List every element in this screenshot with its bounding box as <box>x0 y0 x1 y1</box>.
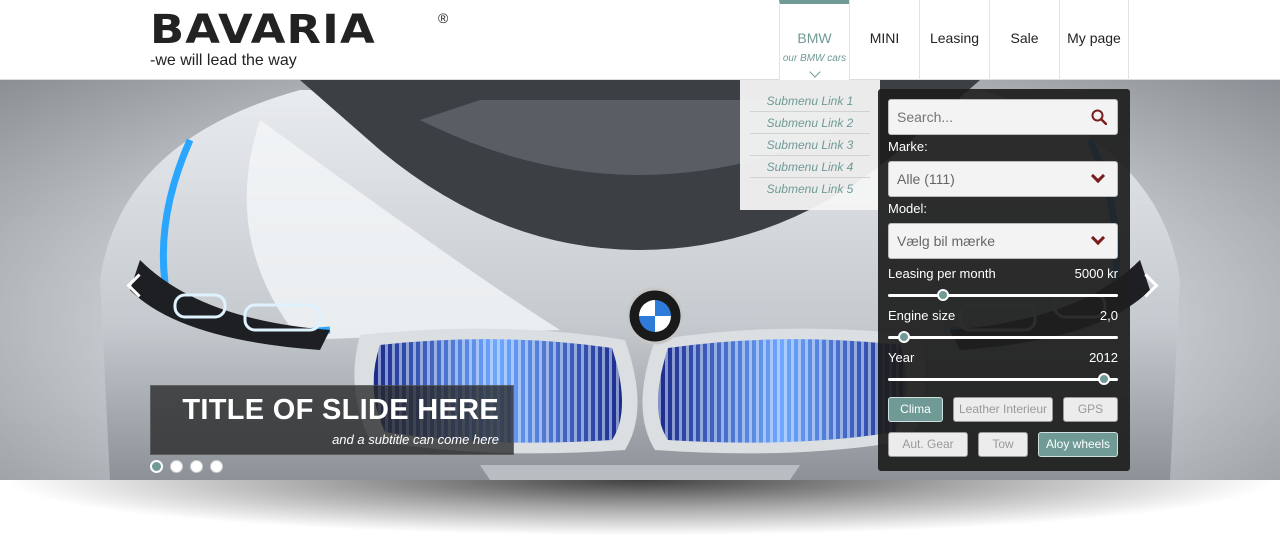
nav-label: BMW <box>797 30 832 46</box>
slide-dot[interactable] <box>170 460 183 473</box>
nav-label: Sale <box>1010 30 1039 46</box>
leasing-label: Leasing per month <box>888 266 996 281</box>
slide-caption: TITLE OF SLIDE HERE and a subtitle can c… <box>150 385 514 455</box>
marke-value: Alle (111) <box>897 171 955 187</box>
engine-slider-thumb[interactable] <box>898 331 911 343</box>
engine-slider[interactable] <box>888 331 1118 343</box>
search-icon[interactable] <box>1091 109 1107 125</box>
leasing-slider-thumb[interactable] <box>937 289 950 301</box>
slide-pagination <box>150 460 223 473</box>
nav-label: Leasing <box>929 30 980 46</box>
site-header: BAVARIA ® -we will lead the way BMW our … <box>0 0 1280 80</box>
option-gps[interactable]: GPS <box>1063 397 1118 422</box>
logo-text: BAVARIA <box>150 7 376 53</box>
engine-label: Engine size <box>888 308 956 323</box>
model-select[interactable]: Vælg bil mærke <box>888 223 1118 259</box>
nav-item-mini[interactable]: MINI <box>849 0 919 80</box>
leasing-value: 5000 kr <box>1074 266 1118 281</box>
submenu-link[interactable]: Submenu Link 4 <box>750 156 870 178</box>
nav-item-sale[interactable]: Sale <box>989 0 1059 80</box>
chevron-left-icon[interactable] <box>124 273 144 297</box>
leasing-slider[interactable] <box>888 289 1118 301</box>
slide-dot[interactable] <box>210 460 223 473</box>
hero-shadow <box>0 480 1280 536</box>
year-value: 2012 <box>1089 350 1118 365</box>
chevron-down-icon <box>1090 230 1106 246</box>
nav-label: My page <box>1067 30 1121 46</box>
option-tow[interactable]: Tow <box>978 432 1028 457</box>
main-nav: BMW our BMW cars MINI Leasing Sale My pa… <box>779 0 1129 80</box>
marke-select[interactable]: Alle (111) <box>888 161 1118 197</box>
submenu-link[interactable]: Submenu Link 3 <box>750 134 870 156</box>
tagline: -we will lead the way <box>150 52 297 69</box>
slide-dot[interactable] <box>190 460 203 473</box>
chevron-down-icon <box>809 66 821 78</box>
submenu-link[interactable]: Submenu Link 1 <box>750 90 870 112</box>
engine-value: 2,0 <box>1099 308 1118 323</box>
year-slider[interactable] <box>888 373 1118 385</box>
slide-title: TITLE OF SLIDE HERE <box>182 394 499 426</box>
model-label: Model: <box>888 201 928 216</box>
year-label: Year <box>888 350 915 365</box>
nav-item-leasing[interactable]: Leasing <box>919 0 989 80</box>
nav-sublabel: our BMW cars <box>782 53 847 64</box>
slide-dot[interactable] <box>150 460 163 473</box>
option-leather-interieur[interactable]: Leather Interieur <box>953 397 1053 422</box>
bmw-submenu: Submenu Link 1 Submenu Link 2 Submenu Li… <box>740 80 880 210</box>
option-aut-gear[interactable]: Aut. Gear <box>888 432 968 457</box>
marke-label: Marke: <box>888 139 928 154</box>
logo[interactable]: BAVARIA ® -we will lead the way <box>150 10 460 74</box>
submenu-link[interactable]: Submenu Link 5 <box>750 178 870 200</box>
search-box <box>888 99 1118 135</box>
option-clima[interactable]: Clima <box>888 397 943 422</box>
model-value: Vælg bil mærke <box>897 233 996 249</box>
search-input[interactable] <box>897 100 1077 134</box>
slide-subtitle: and a subtitle can come here <box>332 432 499 447</box>
year-slider-thumb[interactable] <box>1098 373 1111 385</box>
nav-item-my-page[interactable]: My page <box>1059 0 1129 80</box>
nav-item-bmw[interactable]: BMW our BMW cars <box>779 0 849 80</box>
registered-mark: ® <box>438 10 449 26</box>
option-aloy-wheels[interactable]: Aloy wheels <box>1038 432 1118 457</box>
car-search-panel: Marke: Alle (111) Model: Vælg bil mærke … <box>878 89 1130 471</box>
chevron-down-icon <box>1090 168 1106 184</box>
submenu-link[interactable]: Submenu Link 2 <box>750 112 870 134</box>
chevron-right-icon[interactable] <box>1138 273 1158 297</box>
nav-label: MINI <box>869 30 900 46</box>
